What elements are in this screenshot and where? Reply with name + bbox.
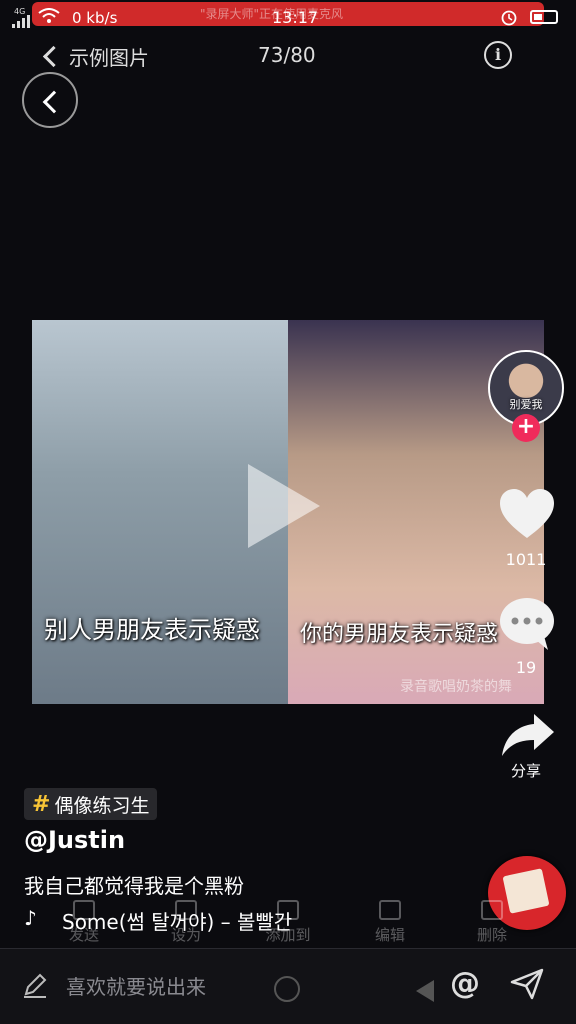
image-icon xyxy=(175,900,197,920)
wifi-icon xyxy=(38,8,60,23)
author-name[interactable]: @Justin xyxy=(24,826,125,854)
avatar-text: 别爱我 xyxy=(509,398,543,411)
background-action-delete: 删除 xyxy=(452,898,532,945)
video-caption-left: 别人男朋友表示疑惑 xyxy=(44,616,260,644)
background-action-set: 设为 xyxy=(146,898,226,945)
comment-icon[interactable] xyxy=(498,596,556,652)
magic-wand-icon xyxy=(379,900,401,920)
heart-icon[interactable] xyxy=(498,488,556,540)
info-icon[interactable]: i xyxy=(484,41,512,69)
home-nav-icon[interactable] xyxy=(274,976,300,1002)
pen-icon xyxy=(24,973,47,998)
background-action-label: 编辑 xyxy=(374,926,405,944)
hashtag-icon: # xyxy=(32,791,51,817)
mention-icon[interactable]: @ xyxy=(450,966,480,1001)
battery-icon xyxy=(530,10,558,24)
video-caption-right: 你的男朋友表示疑惑 xyxy=(300,622,499,647)
background-action-label: 添加到 xyxy=(265,926,311,944)
chevron-left-icon xyxy=(42,45,65,67)
like-count: 1011 xyxy=(505,550,547,569)
back-label: 示例图片 xyxy=(69,45,149,70)
background-action-add: 添加到 xyxy=(248,898,328,945)
background-action-label: 删除 xyxy=(476,926,507,944)
background-action-label: 发送 xyxy=(68,926,99,944)
upload-icon xyxy=(73,900,95,920)
alarm-icon xyxy=(501,10,517,26)
back-button[interactable]: 示例图片 xyxy=(42,40,149,72)
hashtag-label: 偶像练习生 xyxy=(54,794,150,817)
send-icon[interactable] xyxy=(510,968,544,1000)
add-icon xyxy=(277,900,299,920)
trash-icon xyxy=(481,900,503,920)
image-counter: 73/80 xyxy=(258,43,316,67)
video-player[interactable]: 别人男朋友表示疑惑 你的男朋友表示疑惑 录音歌唱奶茶的舞 xyxy=(32,320,544,704)
background-action-send: 发送 xyxy=(44,898,124,945)
close-video-button[interactable] xyxy=(22,72,78,128)
background-action-edit: 编辑 xyxy=(350,898,430,945)
chevron-left-icon xyxy=(42,90,66,114)
net-speed: 0 kb/s xyxy=(72,9,118,27)
background-action-bar: 发送 设为 添加到 编辑 删除 xyxy=(0,898,576,950)
back-nav-icon[interactable] xyxy=(416,980,434,1002)
signal-icon xyxy=(12,15,30,28)
clock: 13:17 xyxy=(272,8,319,27)
follow-button[interactable]: + xyxy=(512,414,540,442)
comment-count: 19 xyxy=(515,658,537,677)
comment-input[interactable] xyxy=(66,972,396,1002)
hashtag-chip[interactable]: # 偶像练习生 xyxy=(24,788,158,820)
background-action-label: 设为 xyxy=(170,926,201,944)
video-description: 我自己都觉得我是个黑粉 xyxy=(24,874,244,898)
video-watermark: 录音歌唱奶茶的舞 xyxy=(400,679,512,695)
share-icon[interactable] xyxy=(500,712,556,758)
share-label: 分享 xyxy=(510,762,541,780)
play-icon[interactable] xyxy=(248,464,320,548)
